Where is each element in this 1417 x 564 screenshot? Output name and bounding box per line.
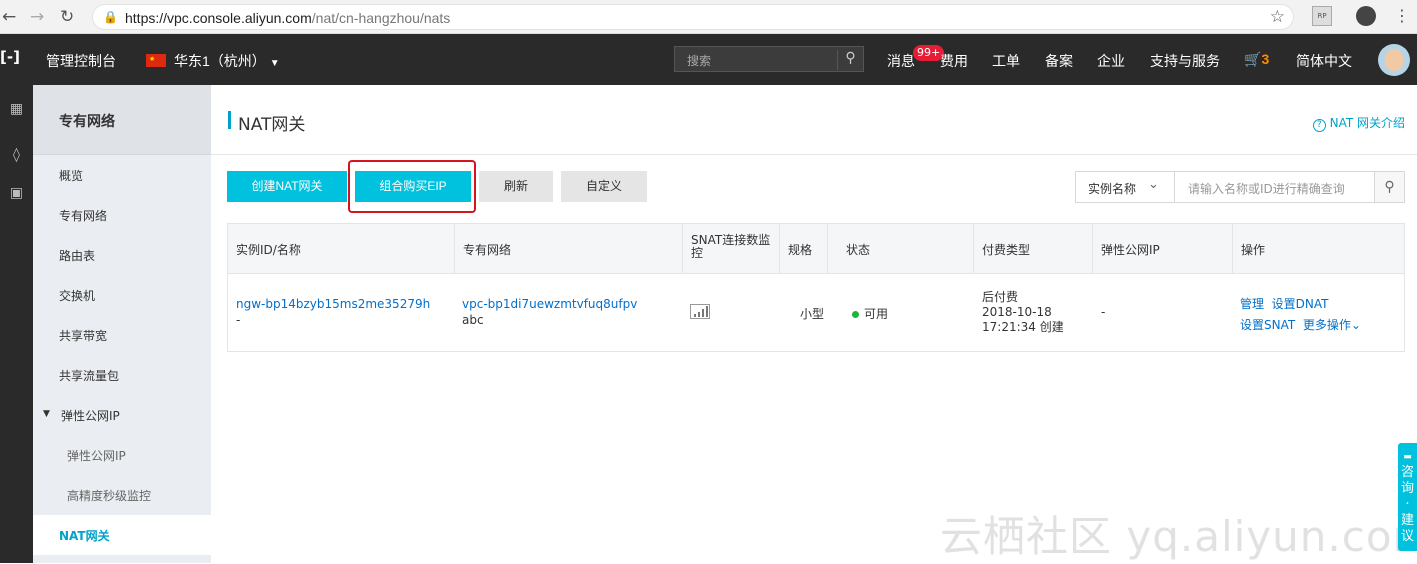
col-actions: 操作 [1241,243,1266,257]
actions-cell: 管理 设置DNAT 设置SNAT 更多操作⌄ [1240,294,1361,336]
cart-button[interactable]: 🛒3 [1244,51,1269,68]
robot-product-icon[interactable]: ▣ [0,185,33,201]
eip-value: - [1101,305,1106,319]
forward-icon[interactable]: → [30,7,44,27]
region-selector[interactable]: 华东1（杭州） ▼ [174,51,280,71]
china-flag-icon: ★ [146,54,166,67]
col-status: 状态 [846,243,871,257]
profile-icon[interactable] [1356,6,1376,26]
console-home-link[interactable]: 管理控制台 [46,51,116,71]
top-navigation: [-] 管理控制台 ★ 华东1（杭州） ▼ 搜索 ⚲ 消息 99+ 费用 工单 … [0,34,1417,85]
refresh-button[interactable]: 刷新 [479,171,553,202]
nav-enterprise[interactable]: 企业 [1097,51,1125,71]
col-eip: 弹性公网IP [1093,224,1233,274]
manage-link[interactable]: 管理 [1240,297,1264,311]
sidebar-item-nat-gateway[interactable]: NAT网关 [33,515,211,555]
table-header: 实例ID/名称 专有网络 SNAT连接数监控 规格 状态 付费类型 弹性公网IP… [228,224,1404,274]
nat-gateway-table: 实例ID/名称 专有网络 SNAT连接数监控 规格 状态 付费类型 弹性公网IP… [227,223,1405,352]
back-icon[interactable]: ← [2,7,16,27]
sidebar-item-overview[interactable]: 概览 [33,155,211,195]
extension-icon[interactable]: RP [1312,6,1332,26]
customize-button[interactable]: 自定义 [561,171,647,202]
status-dot-icon [852,311,859,318]
sidebar-item-eip[interactable]: 弹性公网IP [33,435,211,475]
url-text: https://vpc.console.aliyun.com/nat/cn-ha… [125,10,451,26]
nat-intro-link[interactable]: ? NAT 网关介绍 [1312,114,1405,132]
instance-id-link[interactable]: ngw-bp14bzyb15ms2me35279h [236,297,430,311]
title-accent-bar [228,111,231,129]
caret-down-icon: ▼ [43,409,50,419]
vpc-product-icon[interactable]: ◊ [0,147,33,163]
status-badge: 可用 [852,305,888,322]
col-spec: 规格 [780,224,828,274]
instance-name: - [236,313,241,327]
col-snat-monitor: SNAT连接数监控 [683,224,780,274]
address-bar[interactable]: 🔒 https://vpc.console.aliyun.com/nat/cn-… [92,4,1294,30]
main-content: NAT网关 ? NAT 网关介绍 创建NAT网关 组合购买EIP 刷新 自定义 … [211,85,1417,563]
browser-menu-icon[interactable]: ⋮ [1392,6,1412,26]
col-vpc: 专有网络 [455,224,683,274]
nav-tickets[interactable]: 工单 [992,51,1020,71]
page-header: NAT网关 ? NAT 网关介绍 [211,85,1417,155]
page-title: NAT网关 [238,115,306,135]
sidebar-item-route-table[interactable]: 路由表 [33,235,211,275]
cart-icon: 🛒 [1244,51,1262,67]
sidebar: 专有网络 概览 专有网络 路由表 交换机 共享带宽 共享流量包 ▼ 弹性公网IP… [33,85,211,563]
sidebar-title: 专有网络 [59,114,115,130]
create-nat-gateway-button[interactable]: 创建NAT网关 [227,171,347,202]
cart-count: 3 [1261,51,1270,67]
search-icon[interactable]: ⚲ [837,50,863,70]
instance-filter: 实例名称 ⌄ 请输入名称或ID进行精确查询 ⚲ [1075,171,1405,203]
set-dnat-link[interactable]: 设置DNAT [1272,297,1329,311]
global-search[interactable]: 搜索 ⚲ [674,46,864,72]
vpc-name: abc [462,313,484,327]
caret-down-icon: ▼ [269,58,280,69]
filter-search-input[interactable]: 请输入名称或ID进行精确查询 [1188,180,1345,197]
help-circle-icon: ? [1312,119,1326,132]
nav-support[interactable]: 支持与服务 [1150,51,1220,71]
browser-toolbar: ← → ↻ 🔒 https://vpc.console.aliyun.com/n… [0,0,1417,34]
chat-icon: ▬ [1403,452,1412,462]
set-snat-link[interactable]: 设置SNAT [1240,318,1295,332]
product-icon-strip: ▦ ◊ ▣ [0,85,33,563]
sidebar-header: 专有网络 [33,85,211,155]
vpc-id-link[interactable]: vpc-bp1di7uewzmtvfuq8ufpv [462,297,637,311]
sidebar-item-vpc[interactable]: 专有网络 [33,195,211,235]
nav-icp[interactable]: 备案 [1045,51,1073,71]
grid-menu-icon[interactable]: ▦ [0,101,33,117]
watermark: 云栖社区 yq.aliyun.com [940,512,1417,561]
aliyun-logo-icon[interactable]: [-] [0,48,20,68]
reload-icon[interactable]: ↻ [60,7,74,27]
lock-icon: 🔒 [103,10,118,24]
sidebar-item-vswitch[interactable]: 交换机 [33,275,211,315]
more-actions-dropdown[interactable]: 更多操作⌄ [1303,318,1361,332]
sidebar-item-data-transfer-plan[interactable]: 共享流量包 [33,355,211,395]
col-instance: 实例ID/名称 [228,224,455,274]
buy-eip-bundle-button[interactable]: 组合购买EIP [355,171,471,202]
messages-link[interactable]: 消息 [887,51,915,71]
sidebar-group-eip[interactable]: ▼ 弹性公网IP [33,395,211,435]
consult-feedback-button[interactable]: ▬ 咨询·建议 [1398,443,1417,551]
chevron-down-icon: ⌄ [1148,177,1159,192]
sidebar-item-fine-monitoring[interactable]: 高精度秒级监控 [33,475,211,515]
col-pay-type: 付费类型 [973,224,1093,274]
user-avatar[interactable] [1378,44,1410,76]
language-selector[interactable]: 简体中文 [1296,51,1352,71]
bookmark-star-icon[interactable]: ☆ [1270,7,1285,27]
pay-type-cell: 后付费 2018-10-18 17:21:34 创建 [982,290,1064,334]
sidebar-item-shared-bandwidth[interactable]: 共享带宽 [33,315,211,355]
nav-billing[interactable]: 费用 [940,51,968,71]
filter-field-select[interactable]: 实例名称 ⌄ [1076,172,1175,202]
spec-value: 小型 [800,307,825,321]
search-input[interactable]: 搜索 [687,52,711,69]
chevron-down-icon: ⌄ [1350,318,1361,332]
filter-search-icon[interactable]: ⚲ [1374,172,1404,202]
bar-chart-icon[interactable] [690,304,710,319]
